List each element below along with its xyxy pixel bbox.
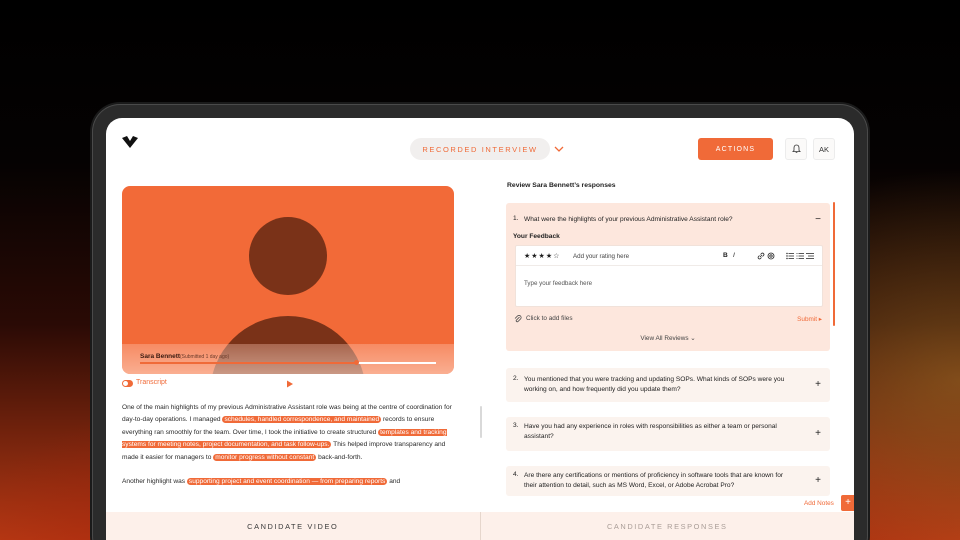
question-card[interactable]: 2. You mentioned that you were tracking … [506,368,830,402]
highlighted-phrase[interactable]: schedules, handled correspondence, and m… [222,416,382,424]
paperclip-icon[interactable] [514,315,522,323]
question-text: What were the highlights of your previou… [524,216,733,223]
transcript-segment: back-and-forth. [316,453,363,461]
feedback-input[interactable]: Type your feedback here [524,280,592,287]
feedback-editor[interactable]: ★★★★☆ Add your rating here B I Type your… [515,245,823,307]
question-number: 3. [513,422,519,429]
video-progress-fill [140,362,357,364]
transcript-paragraph: Another highlight was supporting project… [122,476,460,488]
actions-label: ACTIONS [715,145,756,153]
question-number: 2. [513,375,519,382]
bell-icon [791,144,801,153]
chevron-down-icon[interactable] [554,144,564,154]
actions-button[interactable]: ACTIONS [698,138,773,160]
expand-question-button[interactable]: + [814,476,822,486]
feedback-label: Your Feedback [513,233,560,240]
transcript-toggle[interactable] [122,380,133,387]
add-files-button[interactable]: Click to add files [526,315,573,322]
rating-placeholder: Add your rating here [573,253,630,260]
bullet-list-icon[interactable] [786,252,794,260]
question-text: You mentioned that you were tracking and… [524,376,785,393]
transcript-controls: Transcript [122,379,298,389]
app-screen: RECORDED INTERVIEW ACTIONS AK Sara Benne… [106,118,854,540]
review-title: Review Sara Bennett’s responses [507,182,616,189]
add-notes-label[interactable]: Add Notes [804,500,834,507]
editor-toolbar: ★★★★☆ Add your rating here B I [516,246,822,266]
question-number: 4. [513,471,519,478]
tab-candidate-responses[interactable]: CANDIDATE RESPONSES [480,512,854,540]
tab-candidate-video[interactable]: CANDIDATE VIDEO [106,512,481,540]
add-notes-button[interactable]: + [841,495,854,511]
transcript-label: Transcript [136,379,167,386]
transcript-scrollbar[interactable] [480,406,482,438]
collapse-question-button[interactable]: − [814,215,822,225]
view-all-reviews-button[interactable]: View All Reviews ⌄ [506,334,830,342]
numbered-list-icon[interactable] [796,252,804,260]
transcript-segment: Another highlight was [122,478,187,486]
tab-label: CANDIDATE VIDEO [247,521,339,531]
responses-scrollbar[interactable] [833,202,835,326]
bottom-tabs: CANDIDATE VIDEO CANDIDATE RESPONSES [106,512,854,540]
question-text: Have you had any experience in roles wit… [524,423,777,440]
notifications-button[interactable] [785,138,807,160]
italic-button[interactable]: I [733,252,735,259]
submit-button[interactable]: Submit ▸ [797,315,822,323]
highlighted-phrase[interactable]: monitor progress without constant [213,453,317,461]
logo-icon [122,136,138,148]
submitted-time: (Submitted 1 day ago) [180,354,230,360]
video-progress-track[interactable] [140,360,436,365]
video-progress-handle[interactable] [353,360,359,365]
video-player[interactable]: Sara Bennett (Submitted 1 day ago) [122,186,454,374]
bold-button[interactable]: B [723,252,728,259]
mention-icon[interactable] [767,252,775,260]
tab-label: CANDIDATE RESPONSES [606,521,728,531]
question-card[interactable]: 3. Have you had any experience in roles … [506,417,830,451]
question-text: Are there any certifications or mentions… [524,472,784,489]
play-icon[interactable] [286,380,294,388]
stage-label: RECORDED INTERVIEW [422,144,538,154]
expand-question-button[interactable]: + [814,380,822,390]
avatar-placeholder-head [249,217,327,295]
star-rating[interactable]: ★★★★☆ [524,252,560,260]
candidate-name: Sara Bennett [140,353,181,360]
avatar[interactable]: AK [813,138,835,160]
question-card: 1. What were the highlights of your prev… [506,203,830,351]
question-number: 1. [513,215,519,222]
question-card[interactable]: 4. Are there any certifications or menti… [506,466,830,496]
transcript-segment: and [387,478,401,486]
stage-selector[interactable]: RECORDED INTERVIEW [410,138,550,160]
transcript-paragraph: One of the main highlights of my previou… [122,402,460,464]
link-icon[interactable] [757,252,765,260]
expand-question-button[interactable]: + [814,429,822,439]
avatar-initials: AK [818,144,829,154]
highlighted-phrase[interactable]: supporting project and event coordinatio… [186,478,388,486]
transcript-text: One of the main highlights of my previou… [122,402,460,502]
align-icon[interactable] [806,252,814,260]
